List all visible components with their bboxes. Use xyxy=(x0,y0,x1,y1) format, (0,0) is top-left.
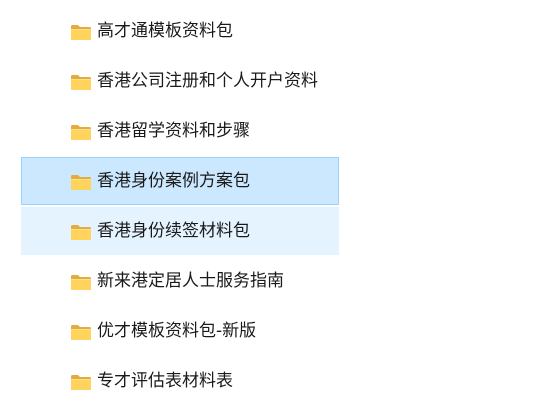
folder-label: 新来港定居人士服务指南 xyxy=(97,271,284,291)
folder-item[interactable]: 高才通模板资料包 xyxy=(21,7,339,55)
folder-item-selected[interactable]: 香港身份案例方案包 xyxy=(21,157,339,205)
folder-item[interactable]: 新来港定居人士服务指南 xyxy=(21,257,339,305)
folder-label: 优才模板资料包-新版 xyxy=(97,321,257,341)
folder-item[interactable]: 优才模板资料包-新版 xyxy=(21,307,339,355)
folder-label: 专才评估表材料表 xyxy=(97,371,233,391)
folder-list: 高才通模板资料包 香港公司注册和个人开户资料 香港留学资料和步骤 香港身份案例方… xyxy=(0,0,550,407)
folder-label: 香港留学资料和步骤 xyxy=(97,121,250,141)
folder-icon xyxy=(71,275,91,290)
folder-item-hover[interactable]: 香港身份续签材料包 xyxy=(21,207,339,255)
folder-label: 香港公司注册和个人开户资料 xyxy=(97,71,318,91)
folder-label: 高才通模板资料包 xyxy=(97,21,233,41)
folder-icon xyxy=(71,75,91,90)
folder-label: 香港身份续签材料包 xyxy=(97,221,250,241)
folder-item[interactable]: 专才评估表材料表 xyxy=(21,357,339,405)
folder-icon xyxy=(71,125,91,140)
folder-icon xyxy=(71,375,91,390)
folder-item[interactable]: 香港留学资料和步骤 xyxy=(21,107,339,155)
folder-icon xyxy=(71,25,91,40)
folder-item[interactable]: 香港公司注册和个人开户资料 xyxy=(21,57,339,105)
folder-icon xyxy=(71,175,91,190)
folder-icon xyxy=(71,325,91,340)
folder-icon xyxy=(71,225,91,240)
folder-label: 香港身份案例方案包 xyxy=(97,171,250,191)
